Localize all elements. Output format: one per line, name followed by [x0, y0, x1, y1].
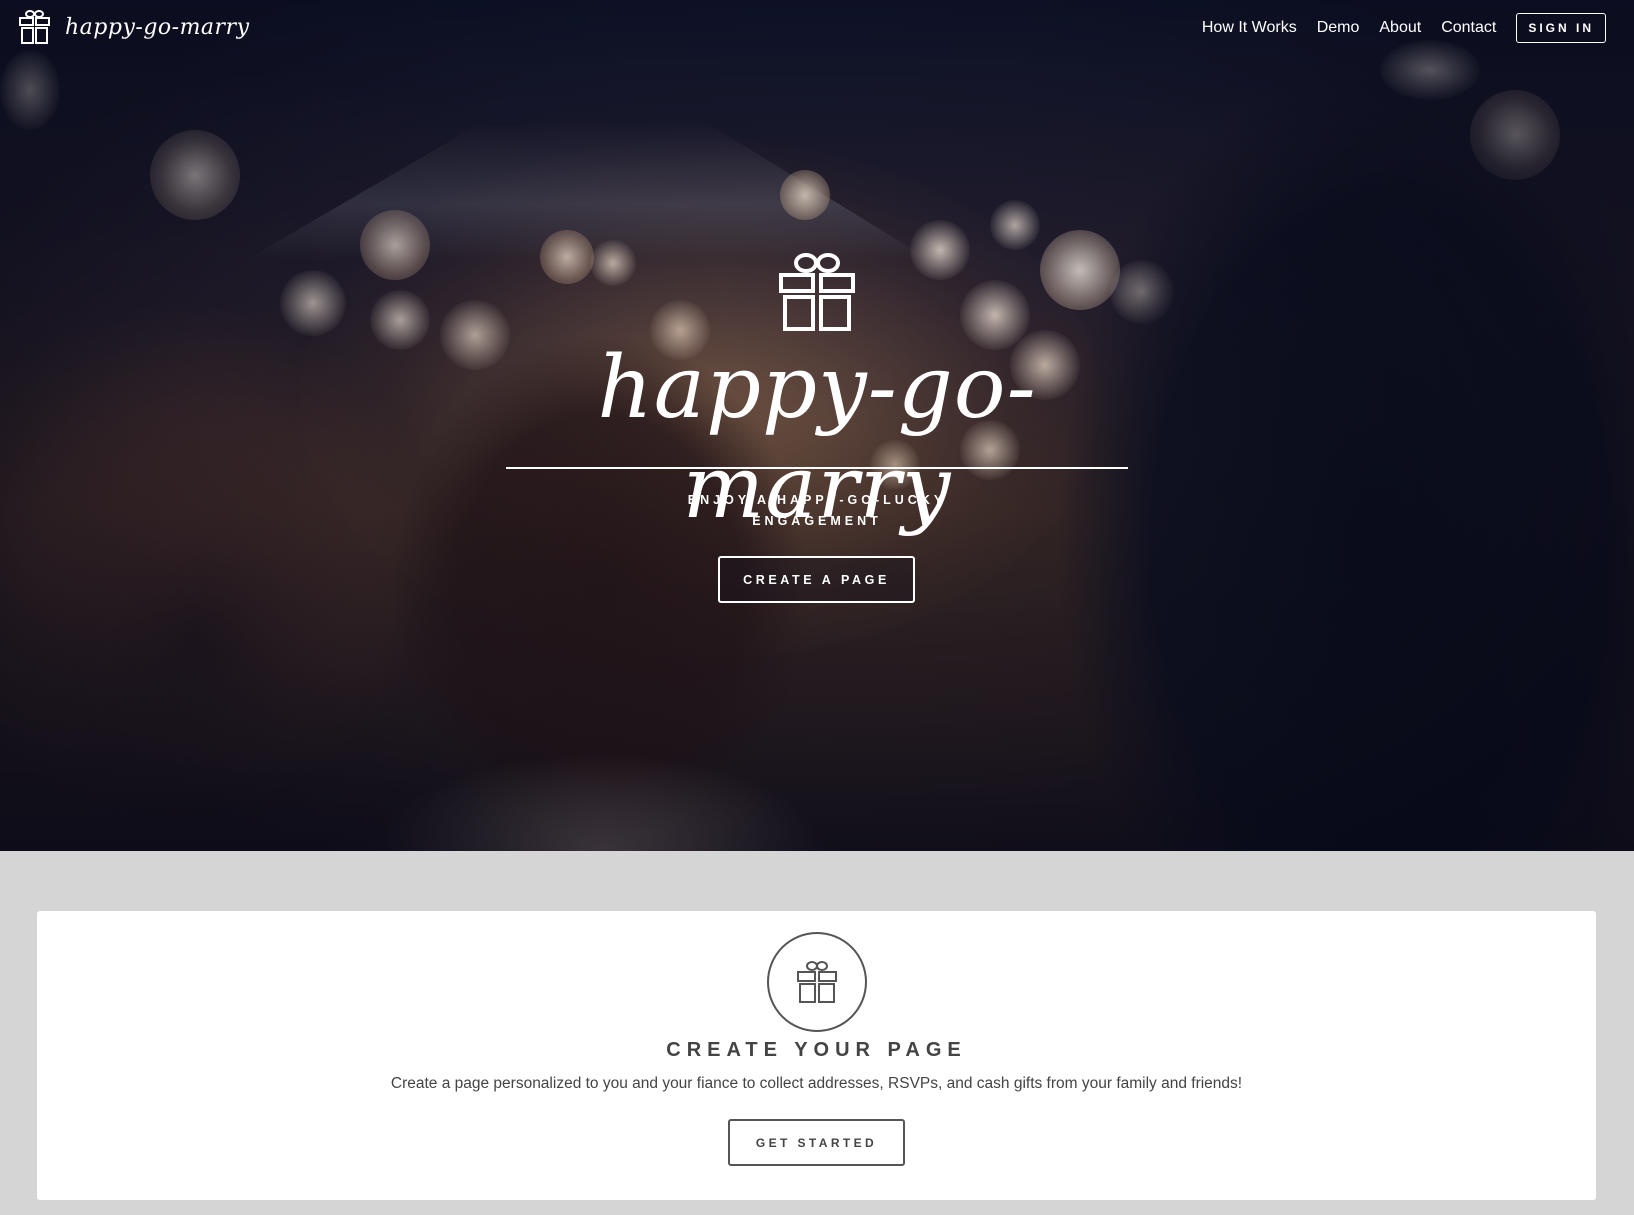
- nav-link-about[interactable]: About: [1379, 13, 1421, 43]
- brand-logo-link[interactable]: happy-go-marry: [18, 9, 250, 45]
- top-navbar: happy-go-marry How It Works Demo About C…: [0, 0, 1634, 58]
- nav-link-contact[interactable]: Contact: [1441, 13, 1496, 43]
- gift-icon: [18, 9, 51, 45]
- hero-tagline-line-2: ENGAGEMENT: [752, 514, 882, 528]
- nav-links: How It Works Demo About Contact SIGN IN: [1182, 13, 1606, 43]
- brand-name: happy-go-marry: [65, 14, 250, 40]
- card-description: Create a page personalized to you and yo…: [390, 1075, 1243, 1092]
- gift-icon: [767, 932, 867, 1032]
- create-your-page-card: CREATE YOUR PAGE Create a page personali…: [37, 911, 1596, 1200]
- card-title: CREATE YOUR PAGE: [666, 1039, 967, 1061]
- hero-section: happy-go-marry How It Works Demo About C…: [0, 0, 1634, 851]
- hero-tagline: ENJOY A HAPPY-GO-LUCKY ENGAGEMENT: [667, 490, 967, 532]
- nav-link-demo[interactable]: Demo: [1317, 13, 1360, 43]
- create-a-page-button[interactable]: CREATE A PAGE: [718, 556, 915, 603]
- hero-divider: [506, 467, 1128, 469]
- sign-in-button[interactable]: SIGN IN: [1516, 13, 1606, 43]
- hero-tagline-line-1: ENJOY A HAPPY-GO-LUCKY: [687, 493, 947, 507]
- get-started-button[interactable]: GET STARTED: [728, 1119, 905, 1166]
- gift-icon: [777, 250, 857, 337]
- nav-link-how-it-works[interactable]: How It Works: [1202, 13, 1297, 43]
